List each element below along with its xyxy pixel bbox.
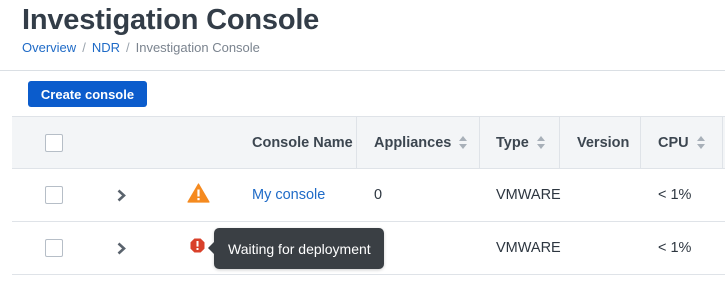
column-header-label: Console Name — [252, 134, 353, 151]
column-header-label: Version — [577, 134, 630, 151]
console-name-cell: My console — [252, 169, 325, 221]
status-cell[interactable] — [190, 222, 205, 274]
row-expand-cell — [116, 169, 126, 221]
table-header: Console Name Appliances Type Version CPU — [12, 116, 725, 169]
breadcrumb: Overview / NDR / Investigation Console — [22, 40, 260, 55]
warning-triangle-icon — [187, 182, 210, 208]
column-divider — [640, 117, 641, 168]
chevron-right-icon[interactable] — [116, 241, 126, 255]
sort-icon — [459, 136, 468, 149]
column-divider — [479, 117, 480, 168]
select-all-cell — [45, 117, 63, 168]
breadcrumb-ndr-link[interactable]: NDR — [92, 40, 120, 55]
cpu-cell: < 1% — [658, 187, 692, 203]
breadcrumb-separator: / — [82, 40, 86, 55]
breadcrumb-separator: / — [125, 40, 130, 55]
select-all-checkbox[interactable] — [45, 133, 63, 152]
column-divider — [559, 117, 560, 168]
row-select-cell — [45, 222, 63, 274]
header-divider — [0, 70, 725, 71]
console-name-link[interactable]: My console — [252, 187, 325, 203]
appliances-cell: 0 — [374, 187, 383, 203]
column-divider — [722, 117, 723, 168]
table-row[interactable]: My console 0 VMWARE < 1% — [12, 169, 725, 222]
column-header-label: Appliances — [374, 134, 452, 151]
breadcrumb-overview-link[interactable]: Overview — [22, 40, 76, 55]
sort-icon — [696, 136, 705, 149]
tooltip-text: Waiting for deployment — [228, 240, 371, 257]
sort-icon — [536, 136, 545, 149]
row-checkbox[interactable] — [45, 239, 63, 257]
column-header-type[interactable]: Type — [496, 117, 545, 168]
status-cell — [187, 169, 210, 221]
type-cell: VMWARE — [496, 187, 561, 203]
row-checkbox[interactable] — [45, 186, 63, 204]
type-cell: VMWARE — [496, 240, 561, 256]
row-select-cell — [45, 169, 63, 221]
column-header-label: CPU — [658, 134, 689, 151]
breadcrumb-current: Investigation Console — [135, 40, 260, 55]
column-header-version[interactable]: Version — [577, 117, 629, 168]
create-console-button[interactable]: Create console — [28, 81, 147, 107]
page-title: Investigation Console — [22, 4, 320, 36]
cpu-cell: < 1% — [658, 240, 692, 256]
chevron-right-icon[interactable] — [116, 188, 126, 202]
column-header-cpu[interactable]: CPU — [658, 117, 705, 168]
column-header-console-name[interactable]: Console Name — [252, 117, 356, 168]
column-header-appliances[interactable]: Appliances — [374, 117, 468, 168]
error-octagon-icon[interactable] — [190, 238, 205, 258]
column-divider — [356, 117, 357, 168]
status-tooltip: Waiting for deployment — [208, 228, 384, 269]
column-header-label: Type — [496, 134, 529, 151]
tooltip-arrow — [208, 242, 214, 254]
row-expand-cell — [116, 222, 126, 274]
